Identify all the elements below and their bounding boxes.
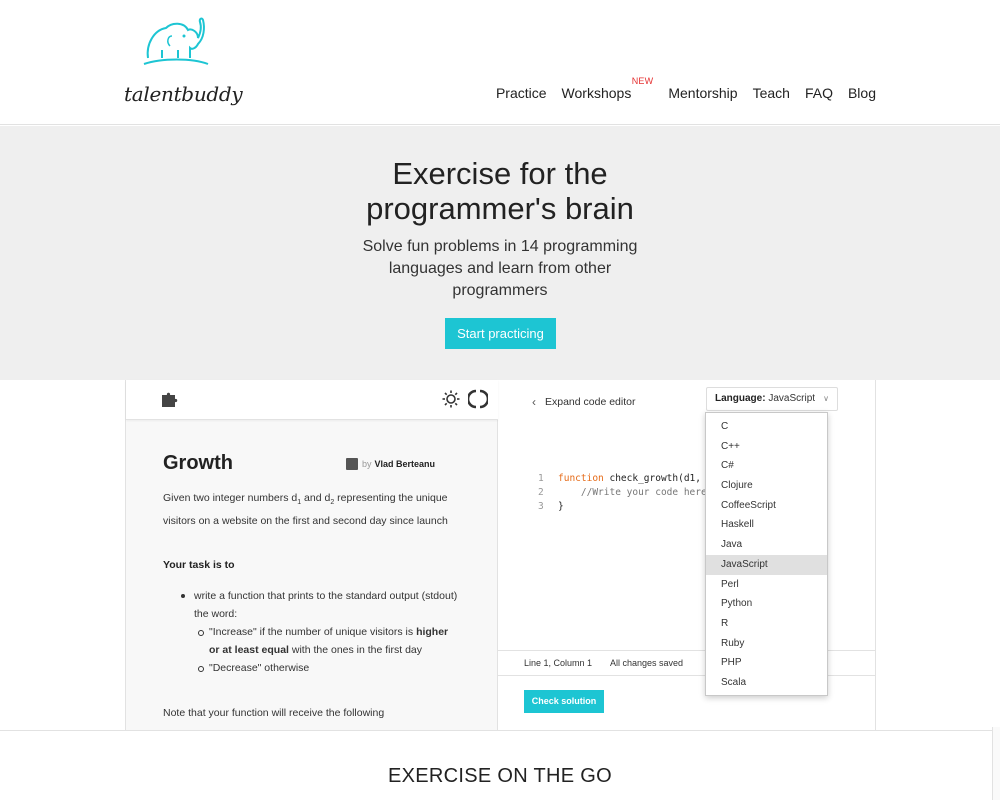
language-option[interactable]: Ruby [706,634,827,654]
nav-mentorship[interactable]: Mentorship [668,85,737,101]
list-item: "Decrease" otherwise [179,659,459,677]
nav-blog[interactable]: Blog [848,85,876,101]
logo-text: talentbuddy [124,82,243,106]
language-option[interactable]: C [706,417,827,437]
language-option[interactable]: R [706,614,827,634]
exercise-on-the-go-section: EXERCISE ON THE GO [0,730,1000,800]
nav-workshops-label: Workshops [561,85,632,101]
language-label: Language: [715,393,766,404]
problem-author[interactable]: by Vlad Berteanu [346,458,435,470]
language-option[interactable]: Clojure [706,476,827,496]
language-select[interactable]: Language: JavaScript ∨ [706,387,838,411]
language-option[interactable]: CoffeeScript [706,496,827,516]
code-keyword: function [558,473,604,484]
problem-toolbar [126,380,498,420]
expand-label: Expand code editor [545,396,636,408]
task-list: write a function that prints to the stan… [179,587,459,677]
author-prefix: by [362,459,372,469]
list-text: "Increase" if the number of unique visit… [209,626,417,638]
language-option[interactable]: Scala [706,673,827,693]
logo[interactable]: talentbuddy [122,14,243,114]
task-heading: Your task is to [163,559,235,571]
scrollbar[interactable] [992,727,1000,800]
nav-teach[interactable]: Teach [753,85,790,101]
hero-subtitle: Solve fun problems in 14 programming lan… [362,238,638,299]
list-text: with the ones in the first day [288,644,423,656]
language-dropdown: C C++ C# Clojure CoffeeScript Haskell Ja… [705,412,828,696]
hero-section: Exercise for the programmer's brain Solv… [0,126,1000,380]
problem-panel: Growth by Vlad Berteanu Given two intege… [126,380,498,730]
avatar [346,458,358,470]
language-option[interactable]: Python [706,594,827,614]
code-area[interactable]: 1 function check_growth(d1, d2 2 //Write … [538,458,718,514]
brightness-icon[interactable] [442,390,460,413]
refresh-icon[interactable] [466,389,490,414]
code-text: } [558,501,564,512]
desc-text: and d [301,492,331,504]
nav-workshops[interactable]: Workshops NEW [561,76,654,101]
language-value: JavaScript [768,393,816,404]
cursor-position: Line 1, Column 1 [524,658,593,668]
new-badge: NEW [631,76,654,86]
language-option-selected[interactable]: JavaScript [706,554,827,575]
line-number: 2 [538,487,544,498]
puzzle-icon[interactable] [160,389,180,414]
section-title: EXERCISE ON THE GO [388,765,612,787]
code-text: check_growth(d1, d2 [603,473,719,484]
author-name: Vlad Berteanu [374,459,436,469]
language-option[interactable]: PHP [706,653,827,673]
hero-title-line2: programmer's brain [366,191,634,226]
start-practicing-button[interactable]: Start practicing [445,318,556,349]
problem-note: Note that your function will receive the… [163,707,385,719]
language-option[interactable]: Haskell [706,515,827,535]
nav-practice[interactable]: Practice [496,85,547,101]
main-nav: Practice Workshops NEW Mentorship Teach F… [481,76,876,101]
elephant-logo-icon [143,17,209,65]
desc-text: Given two integer numbers d [163,492,298,504]
line-number: 3 [538,501,544,512]
save-status: All changes saved [610,658,684,668]
chevron-left-icon: ‹ [532,395,536,409]
language-option[interactable]: Java [706,535,827,555]
line-number: 1 [538,473,544,484]
expand-editor-link[interactable]: ‹ Expand code editor [532,395,635,409]
language-option[interactable]: C# [706,456,827,476]
site-header: talentbuddy Practice Workshops NEW Mentor… [0,0,1000,125]
hero-title: Exercise for the programmer's brain [0,156,1000,226]
hero-title-line1: Exercise for the [392,156,608,191]
problem-title: Growth [163,452,233,474]
list-item: "Increase" if the number of unique visit… [179,623,459,659]
problem-description: Given two integer numbers d1 and d2 repr… [163,489,448,530]
nav-faq[interactable]: FAQ [805,85,833,101]
check-solution-button[interactable]: Check solution [524,690,604,713]
language-option[interactable]: Perl [706,575,827,595]
list-item: write a function that prints to the stan… [179,587,459,623]
chevron-down-icon: ∨ [823,394,829,403]
language-option[interactable]: C++ [706,437,827,457]
code-comment: //Write your code here [558,487,707,498]
